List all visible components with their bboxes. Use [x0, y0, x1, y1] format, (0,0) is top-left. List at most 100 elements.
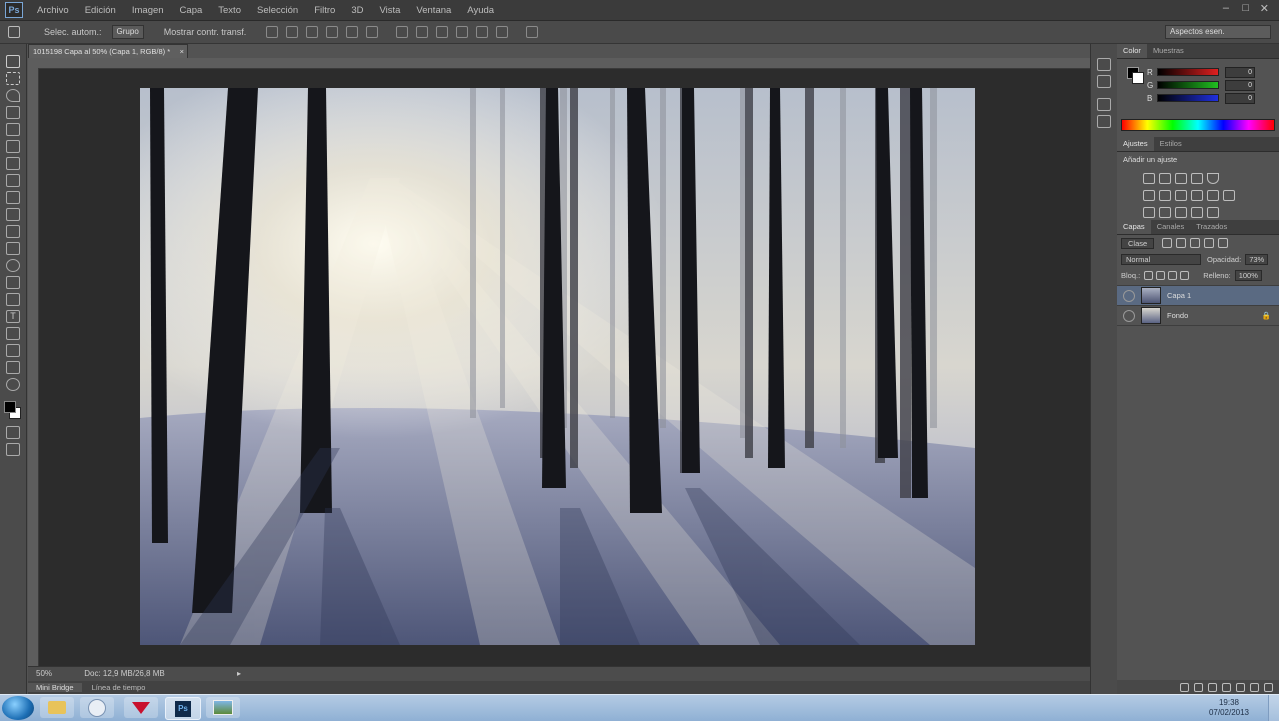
- color-balance-icon[interactable]: [1159, 190, 1171, 201]
- hue-saturation-icon[interactable]: [1143, 190, 1155, 201]
- exposure-icon[interactable]: [1191, 173, 1203, 184]
- show-desktop-button[interactable]: [1268, 695, 1279, 721]
- link-layers-icon[interactable]: [1180, 682, 1189, 692]
- dodge-tool-icon[interactable]: [6, 276, 20, 289]
- zoom-level[interactable]: 50%: [28, 669, 52, 678]
- brightness-contrast-icon[interactable]: [1143, 173, 1155, 184]
- blue-slider[interactable]: [1157, 94, 1219, 102]
- menu-ventana[interactable]: Ventana: [408, 5, 459, 16]
- tab-mini-bridge[interactable]: Mini Bridge: [28, 683, 82, 692]
- clone-stamp-tool-icon[interactable]: [6, 191, 20, 204]
- doc-size[interactable]: Doc: 12,9 MB/26,8 MB: [84, 669, 164, 678]
- lasso-tool-icon[interactable]: [6, 89, 20, 102]
- distribute-top-icon[interactable]: [396, 26, 409, 38]
- lock-all-icon[interactable]: [1180, 270, 1190, 280]
- visibility-eye-icon[interactable]: [1123, 289, 1135, 302]
- black-white-icon[interactable]: [1175, 190, 1187, 201]
- history-brush-tool-icon[interactable]: [6, 208, 20, 221]
- green-value[interactable]: 0: [1225, 79, 1255, 91]
- show-transform-controls-label[interactable]: Mostrar contr. transf.: [158, 27, 253, 37]
- tab-paths[interactable]: Trazados: [1190, 220, 1233, 234]
- red-slider-row[interactable]: R 0: [1147, 66, 1279, 78]
- ruler-horizontal[interactable]: [28, 58, 1090, 69]
- posterize-icon[interactable]: [1159, 207, 1171, 218]
- red-slider[interactable]: [1157, 68, 1219, 76]
- invert-icon[interactable]: [1143, 207, 1155, 218]
- lock-position-icon[interactable]: [1168, 270, 1178, 280]
- selective-color-icon[interactable]: [1191, 207, 1203, 218]
- menu-vista[interactable]: Vista: [371, 5, 408, 16]
- layer-kind-dropdown[interactable]: Clase: [1121, 237, 1155, 249]
- filter-pixel-icon[interactable]: [1162, 238, 1173, 248]
- healing-brush-tool-icon[interactable]: [6, 157, 20, 170]
- screen-mode-icon[interactable]: [6, 443, 20, 456]
- menu-3d[interactable]: 3D: [343, 5, 371, 16]
- quick-mask-icon[interactable]: [6, 426, 20, 439]
- marquee-tool-icon[interactable]: [6, 72, 20, 85]
- zoom-tool-icon[interactable]: [6, 378, 20, 391]
- paragraph-panel-icon[interactable]: [1097, 115, 1111, 128]
- taskbar-photo-viewer-icon[interactable]: [206, 697, 240, 718]
- shape-tool-icon[interactable]: [6, 344, 20, 357]
- visibility-eye-icon[interactable]: [1123, 309, 1135, 322]
- fill-input[interactable]: 100%: [1234, 269, 1262, 281]
- layer-row[interactable]: Capa 1: [1117, 286, 1279, 306]
- foreground-color-swatch[interactable]: [4, 401, 16, 413]
- tab-layers[interactable]: Capas: [1117, 220, 1151, 234]
- taskbar-photoshop-icon[interactable]: Ps: [165, 697, 201, 720]
- taskbar-media-icon[interactable]: [80, 697, 114, 718]
- layer-name[interactable]: Fondo: [1167, 311, 1188, 320]
- type-tool-icon[interactable]: T: [6, 310, 20, 323]
- threshold-icon[interactable]: [1175, 207, 1187, 218]
- distribute-hcenter-icon[interactable]: [476, 26, 489, 38]
- filter-shape-icon[interactable]: [1204, 238, 1215, 248]
- gradient-tool-icon[interactable]: [6, 242, 20, 255]
- photo-filter-icon[interactable]: [1191, 190, 1203, 201]
- tab-adjustments[interactable]: Ajustes: [1117, 137, 1154, 151]
- auto-align-icon[interactable]: [526, 26, 539, 38]
- layer-style-icon[interactable]: [1194, 682, 1203, 692]
- red-value[interactable]: 0: [1225, 66, 1255, 78]
- tab-swatches[interactable]: Muestras: [1147, 44, 1190, 58]
- blue-value[interactable]: 0: [1225, 92, 1255, 104]
- color-lookup-icon[interactable]: [1223, 190, 1235, 201]
- tab-channels[interactable]: Canales: [1151, 220, 1191, 234]
- levels-icon[interactable]: [1159, 173, 1171, 184]
- brush-tool-icon[interactable]: [6, 174, 20, 187]
- path-selection-tool-icon[interactable]: [6, 327, 20, 340]
- align-left-icon[interactable]: [326, 26, 339, 38]
- filter-type-icon[interactable]: [1190, 238, 1201, 248]
- ruler-vertical[interactable]: [28, 68, 39, 666]
- minimize-icon[interactable]: –: [1223, 2, 1229, 14]
- auto-select-dropdown[interactable]: Grupo: [111, 25, 144, 39]
- layer-row[interactable]: Fondo 🔒: [1117, 306, 1279, 326]
- delete-layer-icon[interactable]: [1264, 682, 1273, 692]
- menu-ayuda[interactable]: Ayuda: [459, 5, 502, 16]
- vibrance-icon[interactable]: [1207, 173, 1219, 184]
- filter-adjustment-icon[interactable]: [1176, 238, 1187, 248]
- menu-capa[interactable]: Capa: [172, 5, 211, 16]
- quick-selection-tool-icon[interactable]: [6, 106, 20, 119]
- taskbar-clock[interactable]: 19:38 07/02/2013: [1209, 698, 1249, 718]
- menu-filtro[interactable]: Filtro: [306, 5, 343, 16]
- tab-styles[interactable]: Estilos: [1154, 137, 1188, 151]
- blue-slider-row[interactable]: B 0: [1147, 92, 1279, 104]
- add-mask-icon[interactable]: [1208, 682, 1217, 692]
- blend-mode-dropdown[interactable]: Normal: [1121, 253, 1201, 265]
- document-tab[interactable]: 1015198 Capa al 50% (Capa 1, RGB/8) * ×: [28, 44, 188, 59]
- new-layer-icon[interactable]: [1250, 682, 1259, 692]
- bg-color-chip[interactable]: [1132, 72, 1144, 84]
- document-image[interactable]: [140, 88, 975, 645]
- distribute-right-icon[interactable]: [496, 26, 509, 38]
- close-tab-icon[interactable]: ×: [180, 45, 184, 59]
- align-bottom-icon[interactable]: [306, 26, 319, 38]
- curves-icon[interactable]: [1175, 173, 1187, 184]
- taskbar-app-icon[interactable]: [124, 697, 158, 718]
- properties-panel-icon[interactable]: [1097, 75, 1111, 88]
- new-group-icon[interactable]: [1236, 682, 1245, 692]
- tab-color[interactable]: Color: [1117, 44, 1147, 58]
- blur-tool-icon[interactable]: [6, 259, 20, 272]
- menu-texto[interactable]: Texto: [210, 5, 249, 16]
- new-adjustment-layer-icon[interactable]: [1222, 682, 1231, 692]
- align-right-icon[interactable]: [366, 26, 379, 38]
